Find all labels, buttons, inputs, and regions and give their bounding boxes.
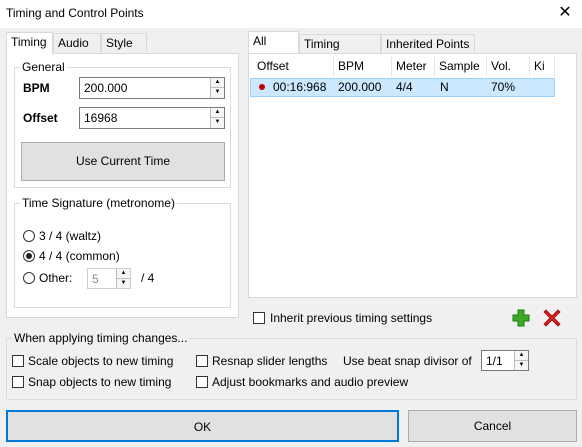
cell-offset: 00:16:968 — [273, 80, 327, 94]
snap-label: Snap objects to new timing — [28, 375, 172, 389]
offset-label: Offset — [23, 111, 58, 125]
x-icon[interactable] — [543, 309, 561, 327]
beat-snap-label: Use beat snap divisor of — [343, 354, 472, 368]
spin-down-icon[interactable]: ▼ — [116, 278, 130, 288]
plus-icon[interactable] — [512, 309, 530, 327]
bpm-input[interactable]: 200.000 ▲ ▼ — [79, 77, 225, 99]
header-vol[interactable]: Vol. — [487, 57, 530, 76]
cell-sample: N — [440, 80, 449, 94]
tab-audio[interactable]: Audio — [53, 33, 101, 52]
tab-timing[interactable]: Timing — [6, 32, 53, 54]
scale-checkbox[interactable] — [12, 355, 24, 367]
close-icon[interactable]: ✕ — [553, 2, 577, 24]
spin-up-icon[interactable]: ▲ — [514, 351, 528, 361]
cell-vol: 70% — [491, 80, 516, 94]
adjust-checkbox[interactable] — [196, 376, 208, 388]
spin-down-icon[interactable]: ▼ — [514, 360, 528, 370]
inherit-checkbox[interactable] — [253, 312, 265, 324]
other-numerator-value: 5 — [92, 272, 99, 286]
tab-all[interactable]: All — [248, 31, 299, 53]
header-ki[interactable]: Ki — [530, 57, 555, 76]
header-offset[interactable]: Offset — [253, 57, 334, 76]
other-suffix: / 4 — [141, 271, 155, 285]
snap-checkbox[interactable] — [12, 376, 24, 388]
cell-bpm: 200.000 — [338, 80, 382, 94]
resnap-checkbox[interactable] — [196, 355, 208, 367]
radio-common-label: 4 / 4 (common) — [39, 249, 120, 263]
tab-timing-points[interactable]: Timing Points — [299, 34, 381, 70]
tab-inherited-points[interactable]: Inherited Points — [381, 34, 475, 53]
cancel-button[interactable]: Cancel — [408, 410, 577, 442]
beat-snap-input[interactable]: 1/1 ▲ ▼ — [481, 350, 529, 371]
radio-common[interactable] — [23, 250, 35, 262]
tab-style[interactable]: Style — [101, 33, 147, 52]
offset-value: 16968 — [84, 111, 118, 125]
spin-down-icon[interactable]: ▼ — [210, 88, 224, 98]
other-numerator-input[interactable]: 5 ▲ ▼ — [87, 268, 131, 289]
time-signature-legend: Time Signature (metronome) — [20, 196, 177, 210]
ok-button[interactable]: OK — [6, 410, 399, 442]
scale-label: Scale objects to new timing — [28, 354, 174, 368]
header-bpm[interactable]: BPM — [334, 57, 392, 76]
timing-point-marker-icon — [259, 84, 265, 90]
header-meter[interactable]: Meter — [392, 57, 435, 76]
resnap-label: Resnap slider lengths — [212, 354, 328, 368]
radio-other[interactable] — [23, 272, 35, 284]
bpm-value: 200.000 — [84, 81, 128, 95]
offset-input[interactable]: 16968 ▲ ▼ — [79, 107, 225, 129]
header-sample[interactable]: Sample — [435, 57, 487, 76]
general-legend: General — [20, 60, 67, 74]
use-current-time-button[interactable]: Use Current Time — [21, 142, 225, 181]
radio-other-label: Other: — [39, 271, 73, 285]
spin-up-icon[interactable]: ▲ — [210, 78, 224, 88]
spin-up-icon[interactable]: ▲ — [116, 269, 130, 279]
beat-snap-value: 1/1 — [486, 354, 503, 368]
radio-waltz[interactable] — [23, 230, 35, 242]
window-title: Timing and Control Points — [6, 6, 144, 20]
adjust-label: Adjust bookmarks and audio preview — [212, 375, 409, 389]
spin-up-icon[interactable]: ▲ — [210, 108, 224, 118]
cell-meter: 4/4 — [396, 80, 413, 94]
inherit-label: Inherit previous timing settings — [270, 311, 433, 325]
radio-waltz-label: 3 / 4 (waltz) — [39, 229, 102, 243]
spin-down-icon[interactable]: ▼ — [210, 118, 224, 128]
apply-legend: When applying timing changes... — [12, 331, 190, 345]
bpm-label: BPM — [23, 81, 50, 95]
